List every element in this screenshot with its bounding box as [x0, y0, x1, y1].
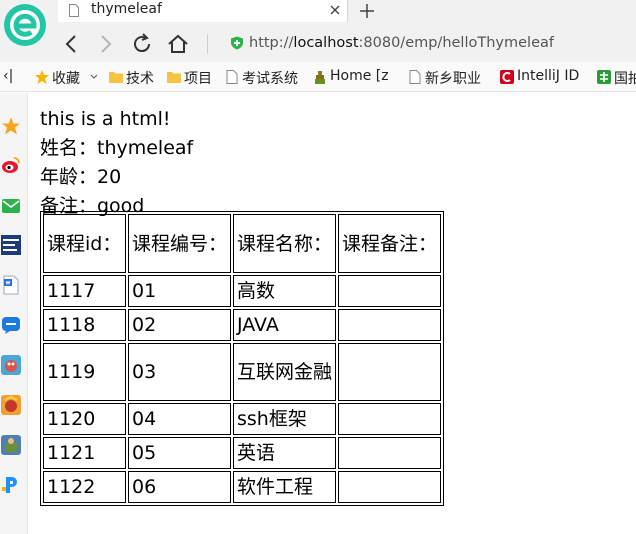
browser-logo-icon: [4, 4, 46, 46]
cell-course-note: [338, 403, 441, 435]
header-course-note: 课程备注：: [338, 214, 441, 273]
cell-course-name: 英语: [233, 437, 336, 469]
bookmark-label: 新乡职业: [425, 71, 481, 87]
cell-course-note: [338, 471, 441, 503]
header-course-id: 课程id：: [43, 214, 126, 273]
cell-course-number: 02: [128, 309, 231, 341]
bookmark-projects[interactable]: 项目: [166, 68, 218, 87]
chevron-down-icon: [90, 74, 98, 79]
bookmark-label: 国拍: [614, 71, 636, 87]
name-line: 姓名：thymeleaf: [40, 137, 194, 159]
toolbar-divider: [207, 34, 208, 54]
cell-course-id: 1120: [43, 403, 126, 435]
forward-arrow-icon[interactable]: [93, 32, 117, 56]
star-icon: [35, 70, 49, 84]
bookmark-label: 技术: [126, 71, 154, 87]
cell-course-note: [338, 343, 441, 401]
tab-title: thymeleaf: [91, 1, 162, 17]
new-tab-plus-icon[interactable]: [357, 1, 377, 21]
close-tab-icon[interactable]: [328, 3, 342, 17]
bookmark-tech[interactable]: 技术: [108, 68, 160, 87]
cell-course-id: 1122: [43, 471, 126, 503]
game-icon-2[interactable]: [1, 395, 21, 415]
bookmark-label: Home [z: [330, 68, 389, 84]
page-icon: [69, 4, 79, 17]
back-arrow-icon[interactable]: [60, 32, 84, 56]
mail-icon[interactable]: [1, 196, 21, 216]
chat-icon[interactable]: [1, 315, 21, 335]
cell-course-id: 1121: [43, 437, 126, 469]
page-content: this is a html! 姓名：thymeleaf 年龄：20 备注：go…: [40, 105, 193, 221]
url-text: http://localhost:8080/emp/helloThymeleaf: [249, 35, 554, 51]
home-icon[interactable]: [166, 32, 190, 56]
header-course-name: 课程名称：: [233, 214, 336, 273]
tower-icon: [315, 71, 325, 84]
table-header-row: 课程id： 课程编号： 课程名称： 课程备注：: [43, 214, 441, 273]
table-row: 1118 02 JAVA: [43, 309, 441, 341]
cell-course-name: JAVA: [233, 309, 336, 341]
cell-course-number: 01: [128, 275, 231, 307]
cell-course-number: 05: [128, 437, 231, 469]
intro-text: this is a html!: [40, 108, 171, 130]
cell-course-note: [338, 275, 441, 307]
reload-icon[interactable]: [130, 32, 154, 56]
p-app-icon[interactable]: [1, 475, 21, 495]
bookmark-exam-system[interactable]: 考试系统: [224, 68, 308, 87]
bookmarks-bar: ‹| 收藏 技术 项目 考试系统 Home [z 新乡职业 IntelliJ I…: [0, 62, 636, 92]
browser-tab[interactable]: thymeleaf: [58, 0, 348, 22]
cell-course-name: 软件工程: [233, 471, 336, 503]
cell-course-id: 1118: [43, 309, 126, 341]
bookmark-label: 收藏: [52, 71, 80, 87]
page-icon: [226, 70, 238, 84]
bookmark-home[interactable]: Home [z: [312, 68, 396, 86]
url-path: :8080/emp/helloThymeleaf: [358, 35, 554, 51]
course-table: 课程id： 课程编号： 课程名称： 课程备注： 1117 01 高数 1118 …: [40, 211, 444, 506]
folder-icon: [167, 72, 181, 83]
table-row: 1119 03 互联网金融: [43, 343, 441, 401]
game-icon-3[interactable]: [1, 435, 21, 455]
url-host: localhost: [293, 35, 359, 51]
word-doc-icon[interactable]: [1, 275, 21, 295]
game-icon-1[interactable]: [1, 355, 21, 375]
folder-icon: [109, 72, 123, 83]
table-row: 1117 01 高数: [43, 275, 441, 307]
weibo-icon[interactable]: [1, 155, 21, 175]
header-course-number: 课程编号：: [128, 214, 231, 273]
table-row: 1122 06 软件工程: [43, 471, 441, 503]
cell-course-number: 04: [128, 403, 231, 435]
huanqiu-icon[interactable]: [1, 235, 21, 255]
address-bar[interactable]: http://localhost:8080/emp/helloThymeleaf: [218, 30, 636, 58]
cell-course-number: 06: [128, 471, 231, 503]
page-icon: [409, 70, 421, 84]
sidebar: [0, 93, 28, 534]
cell-course-note: [338, 437, 441, 469]
intellij-icon: [500, 70, 514, 84]
age-line: 年龄：20: [40, 166, 122, 188]
bookmark-label: 考试系统: [242, 71, 298, 87]
favorites-star-icon[interactable]: [1, 116, 21, 136]
bookmark-intellij[interactable]: IntelliJ ID: [499, 68, 589, 86]
table-row: 1120 04 ssh框架: [43, 403, 441, 435]
table-row: 1121 05 英语: [43, 437, 441, 469]
bookmarks-overflow-label: ‹|: [3, 68, 14, 84]
bookmark-xinxiang[interactable]: 新乡职业: [407, 68, 491, 87]
bookmark-label: 项目: [184, 71, 212, 87]
cell-course-name: 高数: [233, 275, 336, 307]
cell-course-name: ssh框架: [233, 403, 336, 435]
shield-check-icon: [231, 36, 243, 50]
browser-toolbar: thymeleaf http://localhost:8080/emp/hell…: [0, 0, 636, 62]
cell-course-note: [338, 309, 441, 341]
cell-course-number: 03: [128, 343, 231, 401]
bookmark-label: IntelliJ ID: [517, 68, 580, 84]
url-scheme: http://: [249, 35, 294, 51]
cell-course-id: 1119: [43, 343, 126, 401]
cell-course-id: 1117: [43, 275, 126, 307]
cell-course-name: 互联网金融: [233, 343, 336, 401]
bookmark-favorites[interactable]: 收藏: [34, 68, 98, 87]
bookmark-guopai[interactable]: 国拍: [596, 68, 636, 87]
safe-icon: [597, 70, 611, 84]
